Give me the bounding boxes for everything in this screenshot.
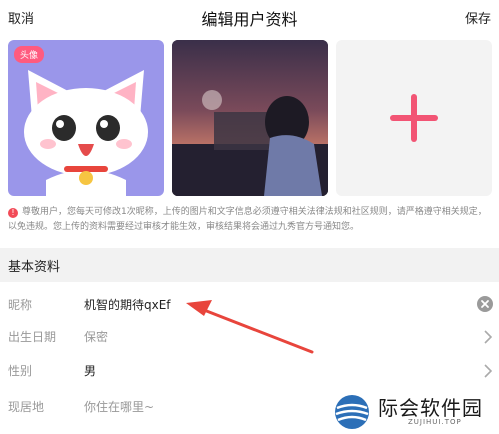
sunset-photo: [172, 40, 328, 196]
gender-row[interactable]: 性别 男: [0, 356, 499, 386]
section-header: 基本资料: [0, 248, 499, 282]
location-label: 现居地: [8, 400, 45, 414]
birthday-row[interactable]: 出生日期 保密: [0, 322, 499, 352]
top-bar: 取消 编辑用户资料 保存: [0, 0, 499, 34]
nickname-field[interactable]: 机智的期待qxEf: [84, 296, 171, 313]
location-field[interactable]: 你住在哪里~: [84, 398, 154, 415]
gender-label: 性别: [8, 364, 33, 378]
notice-text: 尊敬用户，您每天可修改1次昵称，上传的图片和文字信息必须遵守相关法律法规和社区规…: [8, 207, 487, 232]
cat-illustration: [24, 70, 148, 196]
plus-icon: [390, 94, 438, 142]
chevron-right-icon: [484, 330, 492, 344]
section-title: 基本资料: [8, 260, 61, 275]
gender-value: 男: [84, 364, 97, 378]
birthday-label: 出生日期: [8, 330, 57, 344]
user-photo[interactable]: [172, 40, 328, 196]
save-button[interactable]: 保存: [465, 8, 491, 27]
avatar-badge: 头像: [14, 46, 45, 63]
watermark-sub: ZUJIHUI.TOP: [408, 418, 462, 426]
chevron-right-icon: [484, 364, 492, 378]
avatar-photo[interactable]: 头像: [8, 40, 164, 196]
globe-logo-icon: [335, 395, 369, 429]
watermark-text: 际会软件园: [378, 396, 483, 420]
page-title: 编辑用户资料: [201, 10, 298, 29]
nickname-row[interactable]: 昵称 机智的期待qxEf: [0, 290, 499, 320]
nickname-label: 昵称: [8, 298, 33, 312]
upload-notice: ! 尊敬用户，您每天可修改1次昵称，上传的图片和文字信息必须遵守相关法律法规和社区…: [8, 205, 493, 235]
add-photo-button[interactable]: [336, 40, 492, 196]
clear-icon[interactable]: [477, 296, 493, 312]
photo-grid: 头像: [8, 40, 492, 196]
warning-icon: !: [8, 208, 18, 218]
birthday-value: 保密: [84, 330, 109, 344]
watermark: 际会软件园 ZUJIHUI.TOP: [330, 390, 499, 434]
